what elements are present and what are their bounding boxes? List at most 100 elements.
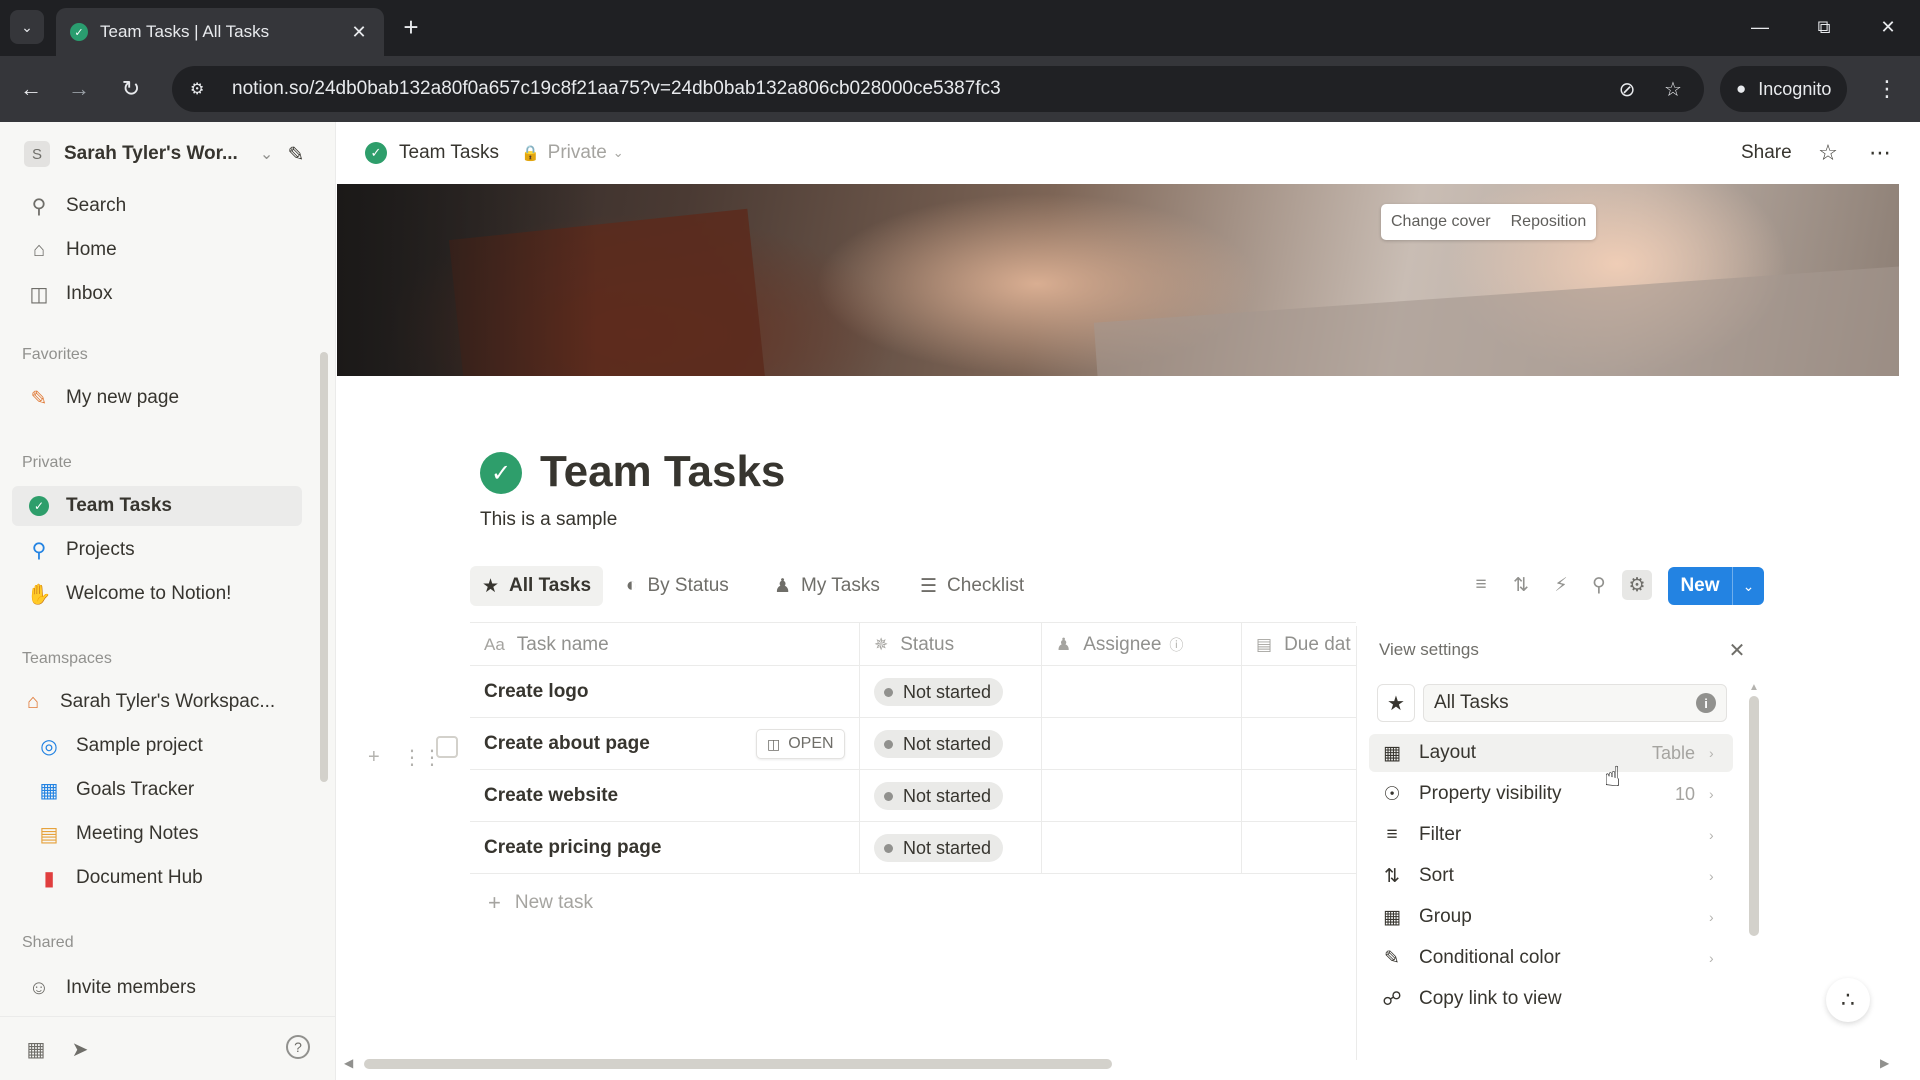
close-icon[interactable]: ✕: [348, 22, 370, 43]
reposition-button[interactable]: Reposition: [1501, 204, 1597, 240]
task-name[interactable]: Create website: [484, 785, 618, 807]
view-tab-my-tasks[interactable]: ♟ My Tasks: [762, 566, 892, 606]
url-text[interactable]: notion.so/24db0bab132a80f0a657c19c8f21aa…: [232, 78, 1001, 100]
due-date-cell[interactable]: [1242, 718, 1356, 770]
task-name-cell[interactable]: Create pricing page: [470, 822, 860, 874]
sidebar-item-projects[interactable]: ⚲ Projects: [12, 530, 302, 570]
site-info-icon[interactable]: ⚙: [190, 79, 220, 99]
status-cell[interactable]: Not started: [860, 666, 1042, 718]
table-row[interactable]: Create logo Not started: [470, 666, 1356, 718]
task-name[interactable]: Create pricing page: [484, 837, 661, 859]
assignee-cell[interactable]: [1042, 822, 1242, 874]
minimize-icon[interactable]: —: [1740, 10, 1780, 44]
view-tab-checklist[interactable]: ☰ Checklist: [908, 566, 1036, 606]
assignee-cell[interactable]: [1042, 770, 1242, 822]
setting-group[interactable]: ▦ Group ›: [1369, 898, 1733, 936]
due-date-cell[interactable]: [1242, 770, 1356, 822]
sidebar-item-my-new-page[interactable]: ✎ My new page: [12, 378, 302, 418]
status-cell[interactable]: Not started: [860, 718, 1042, 770]
new-task-button[interactable]: + New task: [488, 890, 593, 916]
due-date-cell[interactable]: [1242, 822, 1356, 874]
reload-icon[interactable]: ↻: [114, 72, 148, 106]
address-bar[interactable]: ⚙ notion.so/24db0bab132a80f0a657c19c8f21…: [172, 66, 1704, 112]
info-icon[interactable]: i: [1696, 693, 1716, 713]
eye-off-icon[interactable]: ⊘: [1612, 74, 1642, 104]
sidebar-item-team-tasks[interactable]: ✓ Team Tasks: [12, 486, 302, 526]
settings-sliders-icon[interactable]: ⚙: [1622, 570, 1652, 600]
setting-copy-link[interactable]: ☍ Copy link to view: [1369, 980, 1733, 1018]
setting-sort[interactable]: ⇅ Sort ›: [1369, 857, 1733, 895]
setting-conditional-color[interactable]: ✎ Conditional color ›: [1369, 939, 1733, 977]
sort-icon[interactable]: ⇅: [1506, 570, 1536, 600]
restore-icon[interactable]: ⧉: [1804, 10, 1844, 44]
favorites-section-label[interactable]: Favorites: [22, 346, 88, 364]
chevron-down-icon[interactable]: ⌄: [1732, 567, 1764, 605]
status-badge[interactable]: Not started: [874, 730, 1004, 758]
sidebar-item-sample-project[interactable]: ◎ Sample project: [12, 726, 302, 766]
workspace-switcher[interactable]: S Sarah Tyler's Wor... ⌄ ✎: [16, 134, 320, 174]
row-select-checkbox[interactable]: [436, 736, 458, 758]
column-header-assignee[interactable]: ♟ Assignee ⓘ: [1042, 623, 1242, 667]
task-name-cell[interactable]: Create logo: [470, 666, 860, 718]
filter-icon[interactable]: ≡: [1466, 570, 1496, 600]
view-tab-by-status[interactable]: ◐ By Status: [614, 566, 741, 606]
setting-property-visibility[interactable]: ☉ Property visibility 10 ›: [1369, 775, 1733, 813]
column-header-due-date[interactable]: ▤ Due dat: [1242, 623, 1356, 667]
sidebar-item-goals-tracker[interactable]: ▦ Goals Tracker: [12, 770, 302, 810]
scroll-left-arrow-icon[interactable]: ◀: [344, 1056, 353, 1070]
sidebar-item-home[interactable]: ⌂ Home: [12, 230, 302, 270]
add-row-plus-icon[interactable]: +: [368, 742, 380, 772]
assignee-cell[interactable]: [1042, 666, 1242, 718]
shared-section-label[interactable]: Shared: [22, 934, 74, 952]
sidebar-item-document-hub[interactable]: ▮ Document Hub: [12, 858, 302, 898]
browser-tab-active[interactable]: ✓ Team Tasks | All Tasks ✕: [56, 8, 384, 56]
table-row[interactable]: Create pricing page Not started: [470, 822, 1356, 874]
star-icon[interactable]: ★: [1377, 684, 1415, 722]
open-row-button[interactable]: ◫ OPEN: [756, 729, 845, 759]
setting-filter[interactable]: ≡ Filter ›: [1369, 816, 1733, 854]
status-cell[interactable]: Not started: [860, 770, 1042, 822]
sidebar-item-inbox[interactable]: ◫ Inbox: [12, 274, 302, 314]
search-icon[interactable]: ⚲: [1584, 570, 1614, 600]
due-date-cell[interactable]: [1242, 666, 1356, 718]
private-section-label[interactable]: Private: [22, 454, 72, 472]
table-row[interactable]: Create about page ◫ OPEN Not started: [470, 718, 1356, 770]
scroll-right-arrow-icon[interactable]: ▶: [1880, 1056, 1889, 1070]
teamspaces-section-label[interactable]: Teamspaces: [22, 650, 112, 668]
back-arrow-icon[interactable]: ←: [14, 72, 48, 106]
status-cell[interactable]: Not started: [860, 822, 1042, 874]
change-cover-button[interactable]: Change cover: [1381, 204, 1501, 240]
sidebar-item-welcome[interactable]: ✋ Welcome to Notion!: [12, 574, 302, 614]
task-name-cell[interactable]: Create about page ◫ OPEN: [470, 718, 860, 770]
sidebar-item-teamspace[interactable]: ⌂ Sarah Tyler's Workspac...: [12, 682, 302, 722]
column-header-task-name[interactable]: Aa Task name: [470, 623, 860, 667]
incognito-badge[interactable]: ● Incognito: [1720, 66, 1848, 112]
privacy-label[interactable]: Private: [548, 142, 607, 164]
status-badge[interactable]: Not started: [874, 678, 1004, 706]
notion-ai-help-icon[interactable]: ∴: [1826, 978, 1870, 1022]
status-badge[interactable]: Not started: [874, 834, 1004, 862]
page-description[interactable]: This is a sample: [480, 509, 617, 531]
sidebar-scrollbar[interactable]: [320, 352, 328, 782]
new-button[interactable]: New ⌄: [1668, 567, 1764, 605]
tab-search-chevron-icon[interactable]: ⌄: [10, 10, 44, 44]
close-icon[interactable]: ✕: [1725, 638, 1749, 662]
new-button-label[interactable]: New: [1668, 567, 1732, 605]
task-name[interactable]: Create logo: [484, 681, 589, 703]
favorite-star-icon[interactable]: ☆: [1811, 136, 1845, 170]
scroll-up-arrow-icon[interactable]: ▲: [1749, 682, 1759, 693]
sidebar-item-search[interactable]: ⚲ Search: [12, 186, 302, 226]
browser-menu-icon[interactable]: ⋮: [1870, 72, 1904, 106]
automation-bolt-icon[interactable]: ⚡: [1546, 570, 1576, 600]
templates-icon[interactable]: ▦: [22, 1035, 50, 1063]
share-button[interactable]: Share: [1741, 136, 1792, 170]
window-close-icon[interactable]: ✕: [1868, 10, 1908, 44]
status-badge[interactable]: Not started: [874, 782, 1004, 810]
view-name-field[interactable]: All Tasks i: [1423, 684, 1727, 722]
setting-layout[interactable]: ▦ Layout Table ›: [1369, 734, 1733, 772]
view-tab-all-tasks[interactable]: ★ All Tasks: [470, 566, 604, 606]
bookmark-star-icon[interactable]: ☆: [1658, 74, 1688, 104]
page-title[interactable]: Team Tasks: [540, 447, 785, 497]
table-row[interactable]: Create website Not started: [470, 770, 1356, 822]
new-tab-plus-icon[interactable]: +: [396, 12, 426, 42]
